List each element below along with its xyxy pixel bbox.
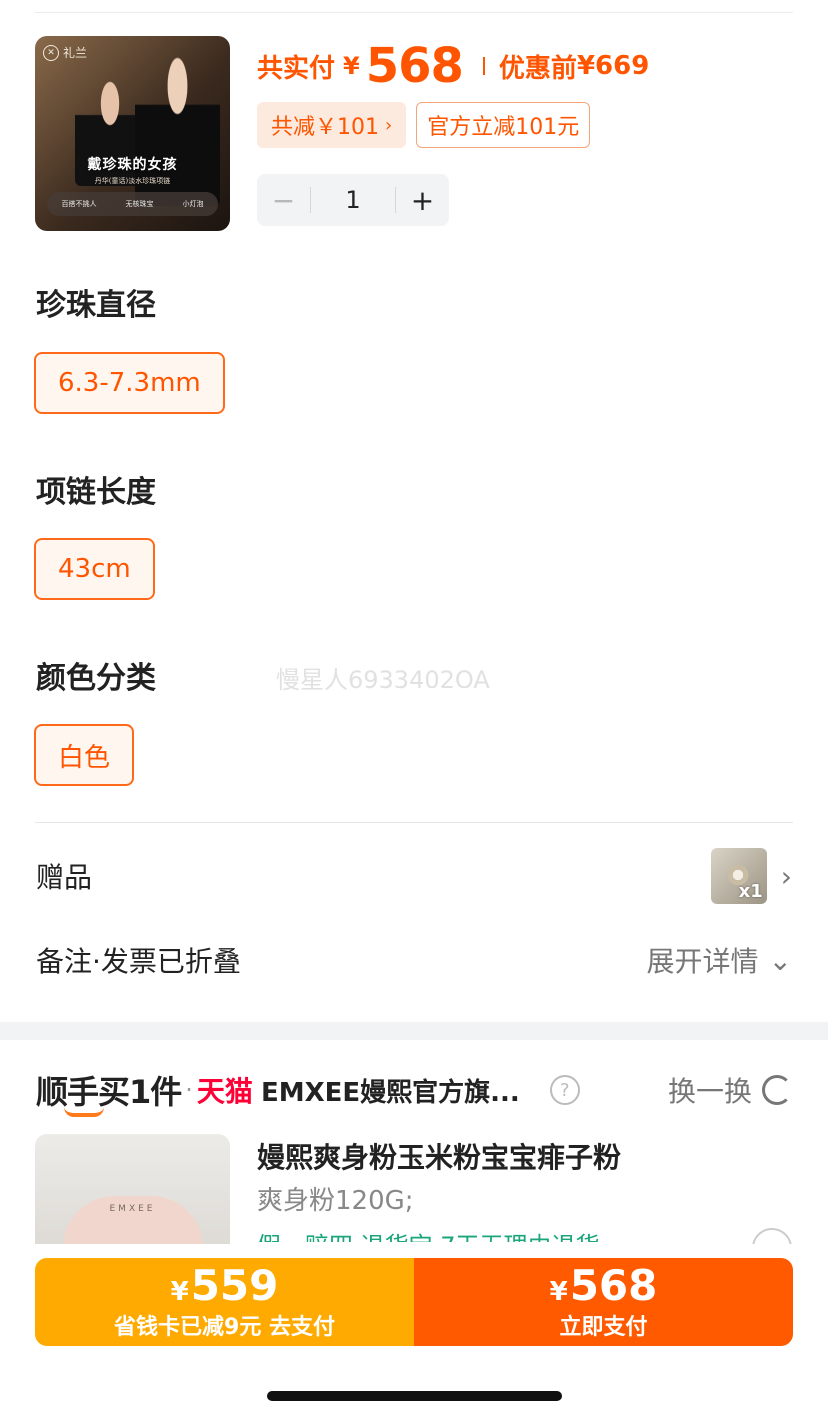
swap-button[interactable]: 换一换: [668, 1070, 792, 1110]
gift-row[interactable]: 赠品 x1 ›: [36, 846, 792, 906]
recommended-product-service-tags: 假一赔四 退货宝 7天无理由退货: [257, 1226, 600, 1242]
gift-thumbnail: x1: [710, 848, 767, 904]
option-title-color: 颜色分类: [36, 661, 156, 696]
product-image[interactable]: ✕ 礼兰 戴珍珠的女孩 丹华(童话)淡水珍珠项链 百搭不挑人 无核珠宝 小灯泡: [35, 36, 230, 231]
watermark: 慢星人6933402OA: [276, 666, 490, 694]
currency-symbol: ¥: [343, 52, 360, 80]
tmall-label: 天猫: [196, 1075, 253, 1108]
savings-card-amount: ¥559: [171, 1263, 279, 1315]
original-price-label: 优惠前: [498, 53, 577, 84]
chevron-right-icon: ›: [780, 859, 792, 893]
gift-detail: x1 ›: [710, 848, 792, 904]
original-price: ¥669: [576, 51, 650, 81]
notes-invoice-label: 备注·发票已折叠: [36, 945, 241, 978]
image-title: 戴珍珠的女孩: [87, 157, 178, 173]
shop-name[interactable]: EMXEE嫚熙官方旗...: [261, 1072, 520, 1109]
refresh-icon: [762, 1075, 792, 1105]
option-color-chip[interactable]: 白色: [34, 724, 135, 786]
chevron-down-icon: ⌄: [768, 943, 792, 977]
home-indicator[interactable]: [267, 1391, 562, 1401]
payment-bar: ¥559 省钱卡已减9元 去支付 ¥568 立即支付: [35, 1258, 793, 1346]
pay-now-price: 568: [569, 1261, 658, 1310]
section-gap: [0, 1022, 828, 1040]
separator-dot: ·: [185, 1076, 193, 1104]
price-row: 共实付 ¥ 568 优惠前 ¥669: [257, 36, 649, 96]
image-tag-bar: 百搭不挑人 无核珠宝 小灯泡: [47, 192, 218, 216]
gift-label: 赠品: [36, 861, 93, 894]
recommended-product-spec: 爽身粉120G;: [257, 1186, 414, 1216]
option-necklace-length-chip[interactable]: 43cm: [34, 538, 155, 600]
pay-now-button[interactable]: ¥568 立即支付: [414, 1258, 793, 1346]
savings-card-price: 559: [190, 1261, 279, 1310]
section-divider: [35, 822, 793, 823]
option-pearl-diameter-chip[interactable]: 6.3-7.3mm: [34, 352, 225, 414]
savings-card-pay-button[interactable]: ¥559 省钱卡已减9元 去支付: [35, 1258, 414, 1346]
chevron-right-icon: ›: [385, 114, 393, 136]
expand-details-button[interactable]: 展开详情 ⌄: [647, 940, 792, 980]
notes-invoice-row[interactable]: 备注·发票已折叠 展开详情 ⌄: [36, 930, 792, 990]
total-pay-label: 共实付: [257, 53, 336, 84]
smile-underline-icon: [64, 1107, 104, 1117]
discount-row: 共减￥101 › 官方立减101元: [257, 102, 591, 148]
quantity-stepper: − 1 +: [257, 174, 449, 226]
total-price: 568: [365, 38, 464, 94]
recommended-product-title[interactable]: 嫚熙爽身粉玉米粉宝宝痱子粉: [257, 1136, 621, 1176]
top-divider: [35, 12, 793, 13]
expand-details-label: 展开详情: [646, 945, 759, 978]
swap-label: 换一换: [667, 1075, 752, 1108]
buy-one-brand: 顺手买1件: [36, 1067, 182, 1117]
brand-logo-text: 礼兰: [63, 46, 88, 60]
help-icon[interactable]: ?: [549, 1075, 580, 1105]
image-tag: 无核珠宝: [125, 200, 154, 208]
quantity-value[interactable]: 1: [311, 186, 395, 214]
pay-now-amount: ¥568: [550, 1263, 658, 1315]
total-discount-label: 共减￥101: [271, 115, 379, 140]
currency-symbol: ¥: [170, 1277, 189, 1307]
gift-count: x1: [738, 881, 763, 902]
recommended-product-checkbox[interactable]: [752, 1228, 792, 1244]
image-tag: 百搭不挑人: [61, 200, 97, 208]
pay-now-label: 立即支付: [559, 1315, 648, 1340]
price-separator: [482, 57, 485, 75]
decrease-quantity-button[interactable]: −: [257, 174, 310, 226]
increase-quantity-button[interactable]: +: [396, 174, 449, 226]
image-tag: 小灯泡: [182, 200, 204, 208]
official-discount-badge: 官方立减101元: [416, 102, 591, 148]
recommended-product-image[interactable]: EMXEE: [35, 1134, 230, 1244]
brand-logo: ✕ 礼兰: [43, 44, 87, 61]
buy-one-header: 顺手买1件 · 天猫 EMXEE嫚熙官方旗... ? 换一换: [36, 1064, 792, 1117]
jar-brand-text: EMXEE: [109, 1204, 156, 1214]
currency-symbol: ¥: [549, 1277, 568, 1307]
option-title-necklace-length: 项链长度: [36, 475, 156, 510]
buy-one-brand-text: 顺手买1件: [36, 1073, 182, 1111]
savings-card-label: 省钱卡已减9元 去支付: [114, 1315, 335, 1340]
brand-logo-icon: ✕: [43, 44, 59, 61]
option-title-pearl-diameter: 珍珠直径: [36, 288, 156, 323]
image-subtitle: 丹华(童话)淡水珍珠项链: [94, 177, 171, 185]
total-discount-button[interactable]: 共减￥101 ›: [257, 102, 407, 148]
